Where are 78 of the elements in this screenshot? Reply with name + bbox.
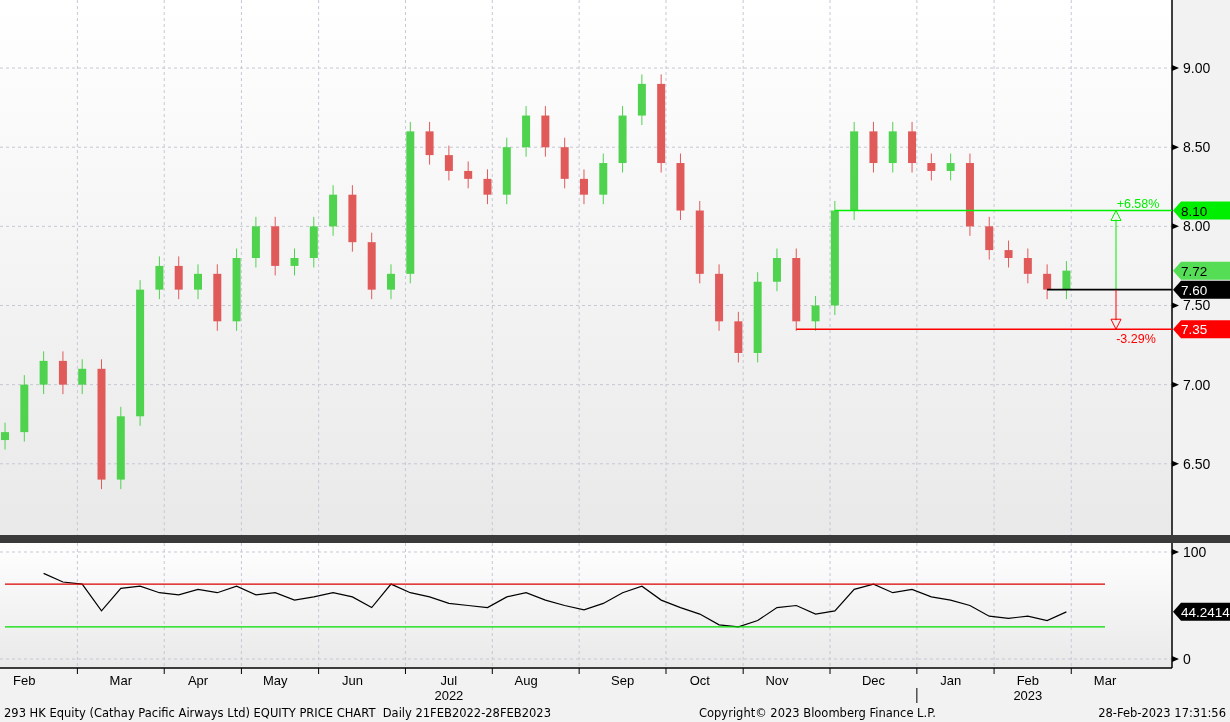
month-label: Jun <box>341 673 363 688</box>
candlestick <box>522 105 531 158</box>
value-tag: 8.10 <box>1173 201 1230 220</box>
candlestick <box>213 263 222 332</box>
axis-label: 7.00 <box>1183 376 1211 393</box>
candlestick <box>309 216 318 268</box>
value-tag: 7.60 <box>1173 280 1230 299</box>
month-label: Mar <box>109 673 132 688</box>
month-label: Feb <box>1016 673 1040 688</box>
candlestick <box>58 350 67 395</box>
month-label: Dec <box>861 673 885 688</box>
candlestick <box>483 168 492 205</box>
timestamp: 28-Feb-2023 17:31:56 <box>1098 705 1226 722</box>
year-label: 2023 <box>1013 688 1043 703</box>
month-label: Apr <box>187 673 209 688</box>
month-label: Aug <box>514 673 538 688</box>
candlestick <box>387 263 395 300</box>
month-label: May <box>262 673 288 688</box>
candlestick <box>772 248 781 292</box>
candlestick <box>946 153 955 181</box>
month-label: Sep <box>611 673 635 688</box>
axis-label: 100 <box>1183 544 1207 560</box>
candlestick <box>155 255 164 300</box>
candlestick <box>194 263 202 300</box>
candlestick <box>560 137 569 189</box>
candlestick <box>734 311 743 363</box>
axis-label: 0 <box>1183 651 1191 667</box>
candlestick <box>39 350 48 395</box>
candlestick <box>579 168 588 205</box>
candlestick <box>290 248 299 276</box>
candlestick <box>715 263 724 332</box>
chart-title: 293 HK Equity (Cathay Pacific Airways Ltd) EQUITY PRICE CHART Daily 21FEB2022-28FEB2023 <box>4 705 551 722</box>
candlestick <box>637 73 646 126</box>
candlestick <box>367 232 376 300</box>
candlestick <box>1043 263 1052 300</box>
candlestick <box>1023 248 1032 284</box>
candlestick <box>174 255 183 300</box>
month-label: Feb <box>13 673 36 688</box>
candlestick <box>348 184 357 253</box>
candlestick <box>1 422 9 451</box>
candlestick <box>444 145 453 181</box>
copyright-text: Copyright© 2023 Bloomberg Finance L.P. <box>699 705 936 722</box>
candlestick <box>425 121 434 166</box>
value-tag: 7.35 <box>1173 320 1230 339</box>
candlestick <box>541 105 550 158</box>
month-label: Nov <box>765 673 789 688</box>
candlestick <box>618 105 627 174</box>
candlestick <box>1062 260 1071 300</box>
axis-label: 8.50 <box>1183 139 1211 156</box>
candlestick <box>1004 240 1013 268</box>
candlestick <box>927 153 936 181</box>
candlestick <box>869 121 878 174</box>
value-tag: 44.2414 <box>1173 602 1230 621</box>
candlestick <box>676 153 685 221</box>
axis-label: 6.50 <box>1183 455 1211 472</box>
candlestick <box>985 216 994 261</box>
candlestick <box>811 295 820 332</box>
candlestick <box>888 121 897 174</box>
candlestick <box>599 153 608 205</box>
percent-change-label: +6.58% <box>1116 196 1160 211</box>
value-tag: 7.72 <box>1173 261 1230 280</box>
candlestick <box>271 216 280 276</box>
axis-label: 8.00 <box>1183 218 1211 235</box>
candlestick <box>464 160 473 189</box>
candlestick <box>908 121 917 174</box>
year-label: 2022 <box>434 688 464 703</box>
candlestick <box>502 137 511 205</box>
axis-label: 7.50 <box>1183 297 1211 314</box>
axis-label: 9.00 <box>1183 60 1211 77</box>
candlestick <box>251 216 260 268</box>
candlestick <box>78 358 87 395</box>
candlestick <box>329 184 338 237</box>
month-label: Oct <box>689 673 710 688</box>
month-label: Jan <box>940 673 962 688</box>
month-label: Jul <box>440 673 458 688</box>
percent-change-label: -3.29% <box>1116 332 1156 347</box>
month-label: Mar <box>1093 673 1117 688</box>
candlestick <box>20 374 29 443</box>
